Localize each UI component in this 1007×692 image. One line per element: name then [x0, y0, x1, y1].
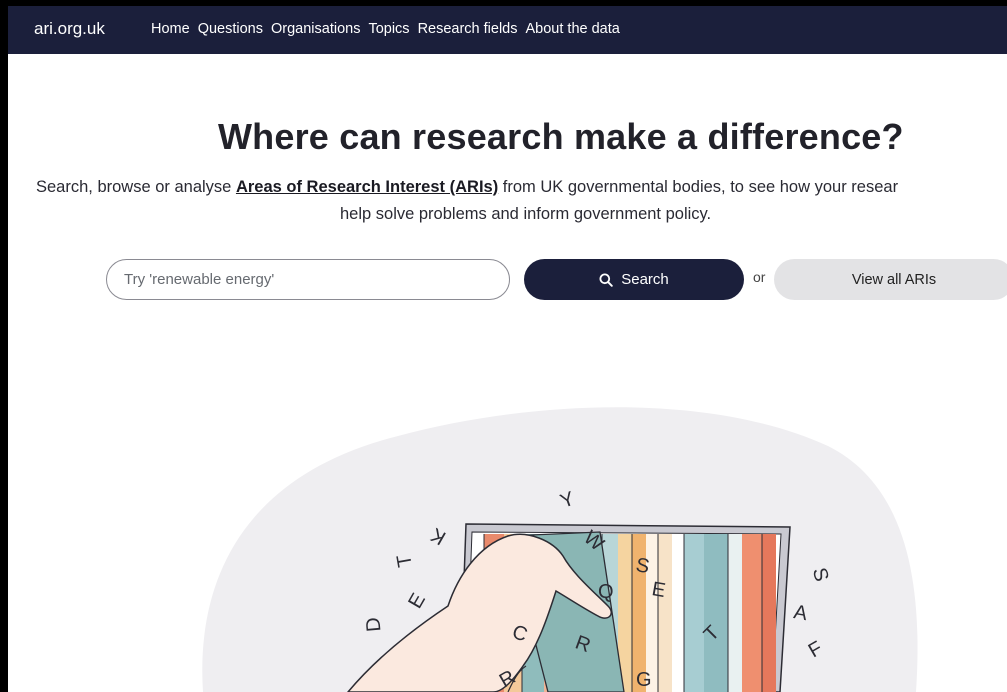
search-button-label: Search: [621, 271, 669, 288]
page: ari.org.uk Home Questions Organisations …: [8, 6, 1007, 692]
search-button[interactable]: Search: [524, 259, 744, 300]
nav-link-about-the-data[interactable]: About the data: [526, 21, 620, 37]
subtitle-text-before: Search, browse or analyse: [36, 178, 236, 196]
search-icon: [599, 273, 613, 287]
nav-link-questions[interactable]: Questions: [198, 21, 263, 37]
hero-subtitle: Search, browse or analyse Areas of Resea…: [36, 178, 1007, 197]
or-label: or: [753, 269, 766, 285]
nav-link-organisations[interactable]: Organisations: [271, 21, 360, 37]
nav-link-topics[interactable]: Topics: [368, 21, 409, 37]
nav-link-home[interactable]: Home: [151, 21, 190, 37]
nav-link-research-fields[interactable]: Research fields: [418, 21, 518, 37]
letter-g: G: [636, 669, 652, 691]
nav-links: Home Questions Organisations Topics Rese…: [151, 21, 628, 37]
ari-definition-link[interactable]: Areas of Research Interest (ARIs): [236, 178, 498, 196]
page-title: Where can research make a difference?: [218, 116, 904, 157]
search-input[interactable]: [106, 259, 510, 300]
top-navbar: ari.org.uk Home Questions Organisations …: [8, 6, 1007, 54]
letter-d: D: [362, 616, 385, 632]
letter-q: Q: [598, 581, 614, 603]
view-all-aris-button[interactable]: View all ARIs: [774, 259, 1007, 300]
brand-link[interactable]: ari.org.uk: [34, 19, 105, 39]
subtitle-text-after: from UK governmental bodies, to see how …: [498, 178, 899, 196]
hero-subtitle-line2: help solve problems and inform governmen…: [340, 205, 712, 223]
hero-illustration: Y K T W S E D Q S E A C R T F R G: [202, 407, 918, 692]
